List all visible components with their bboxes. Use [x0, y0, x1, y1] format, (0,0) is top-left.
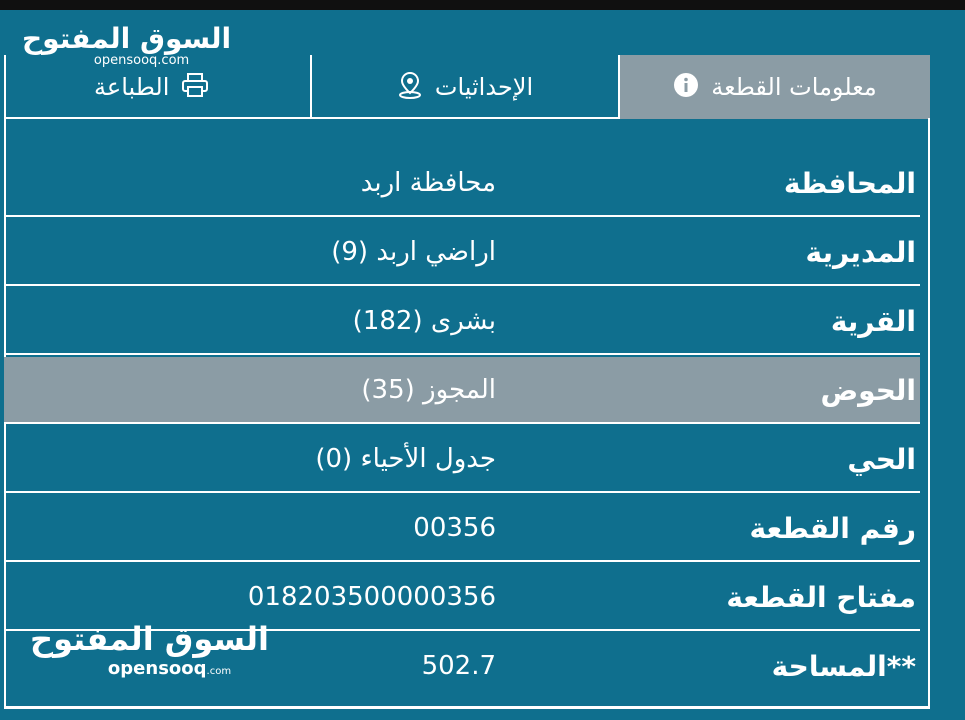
detail-row-governorate: المحافظة محافظة اربد: [0, 150, 920, 217]
row-value: محافظة اربد: [360, 168, 496, 198]
row-key: **المساحة: [771, 650, 916, 683]
row-key: المديرية: [805, 236, 916, 269]
tab-parcel-info[interactable]: معلومات القطعة: [620, 55, 930, 119]
row-divider: [4, 422, 920, 424]
map-pin-icon: [397, 71, 423, 103]
detail-row-basin: الحوض المجوز (35): [0, 357, 920, 424]
row-key: رقم القطعة: [749, 512, 916, 545]
row-key: الحوض: [820, 374, 916, 407]
row-value: جدول الأحياء (0): [315, 444, 496, 474]
row-divider: [4, 353, 920, 355]
row-key: الحي: [847, 443, 916, 476]
detail-row-neighborhood: الحي جدول الأحياء (0): [0, 426, 920, 493]
opensooq-watermark-top: السوق المفتوح opensooq.com: [22, 22, 231, 68]
watermark-english: opensooq.com: [107, 658, 232, 679]
row-divider: [4, 491, 920, 493]
opensooq-watermark-bottom: السوق المفتوح opensooq.com: [30, 620, 269, 679]
watermark-arabic: السوق المفتوح: [22, 22, 232, 55]
row-divider: [4, 215, 920, 217]
tab-coordinates[interactable]: الإحداثيات: [310, 55, 620, 119]
detail-row-village: القرية بشرى (182): [0, 288, 920, 355]
row-value: 00356: [413, 513, 496, 543]
row-value: 018203500000356: [247, 582, 496, 612]
panel-bottom-border: [4, 706, 930, 709]
row-key: القرية: [830, 305, 916, 338]
tab-parcel-info-label: معلومات القطعة: [711, 73, 877, 101]
tab-coordinates-label: الإحداثيات: [434, 73, 534, 101]
row-key: المحافظة: [783, 167, 916, 200]
row-divider: [4, 560, 920, 562]
detail-row-parcel-number: رقم القطعة 00356: [0, 495, 920, 562]
detail-row-directorate: المديرية اراضي اربد (9): [0, 219, 920, 286]
watermark-arabic: السوق المفتوح: [30, 620, 270, 658]
row-divider: [4, 284, 920, 286]
row-value: بشرى (182): [352, 306, 496, 336]
tab-print-label: الطباعة: [94, 73, 170, 101]
row-key: مفتاح القطعة: [726, 581, 916, 614]
row-value: اراضي اربد (9): [331, 237, 496, 267]
top-bar: [0, 0, 965, 10]
row-value: 502.7: [421, 651, 496, 681]
watermark-english: opensooq.com: [93, 53, 190, 68]
printer-icon: [181, 72, 209, 102]
info-icon: [673, 72, 699, 102]
row-value: المجوز (35): [361, 375, 496, 405]
